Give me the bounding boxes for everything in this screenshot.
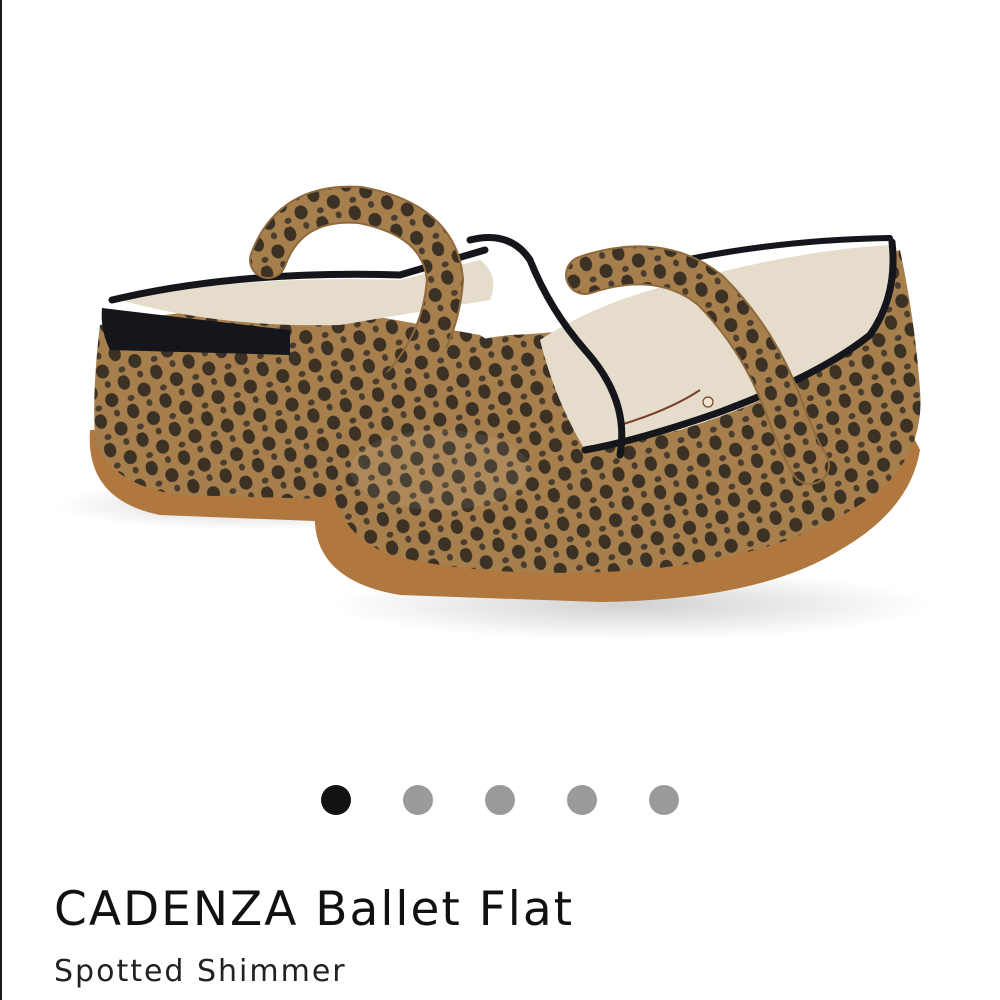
carousel-dot-1[interactable] xyxy=(321,785,351,815)
carousel-dot-5[interactable] xyxy=(649,785,679,815)
carousel-dot-4[interactable] xyxy=(567,785,597,815)
carousel-dot-3[interactable] xyxy=(485,785,515,815)
shoe-illustration xyxy=(55,185,930,640)
product-image[interactable] xyxy=(40,150,960,670)
image-carousel-pagination xyxy=(0,782,1000,818)
product-title: CADENZA Ballet Flat xyxy=(54,882,575,937)
left-border xyxy=(0,0,2,1000)
carousel-dot-2[interactable] xyxy=(403,785,433,815)
product-variant: Spotted Shimmer xyxy=(54,954,347,989)
